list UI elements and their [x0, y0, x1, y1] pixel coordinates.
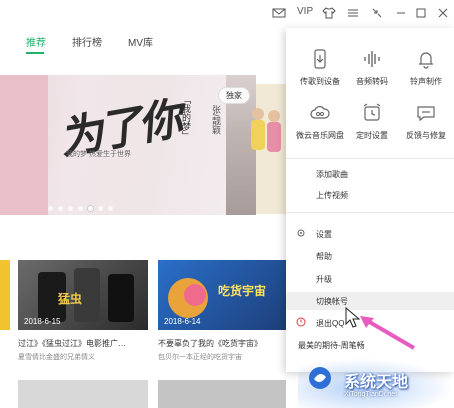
mv-card-thumbnail[interactable]: [158, 380, 286, 408]
title-bar: VIP: [0, 0, 454, 28]
menu-upgrade[interactable]: 升级: [286, 270, 454, 288]
power-icon: [296, 317, 306, 327]
tab-charts[interactable]: 排行榜: [72, 34, 102, 49]
watermark-logo-icon: [309, 367, 331, 389]
watermark-name: 系统天地: [344, 374, 409, 391]
mv-date: 2018-6-14: [164, 317, 201, 326]
card-edge-partial: [0, 260, 10, 330]
annotation-arrow-icon: [360, 316, 416, 350]
banner-pager: [48, 198, 118, 211]
menu-transfer-to-device[interactable]: 传歌到设备: [292, 48, 348, 87]
menu-row-label: 添加歌曲: [316, 170, 348, 179]
pager-dot-active[interactable]: [88, 206, 93, 211]
active-tab-indicator: [26, 52, 44, 54]
menu-timer-settings[interactable]: 定时设置: [344, 102, 400, 141]
menu-ringtone-maker[interactable]: 铃声制作: [398, 48, 454, 87]
menu-grid-label: 传歌到设备: [300, 77, 340, 86]
exclusive-badge: 独家: [218, 87, 250, 104]
mini-mode-icon[interactable]: [370, 6, 384, 20]
pager-dot[interactable]: [98, 206, 103, 211]
menu-settings[interactable]: 设置: [286, 225, 454, 243]
menu-grid-label: 铃声制作: [410, 77, 442, 86]
audio-wave-icon: [361, 48, 383, 70]
maximize-icon[interactable]: [414, 6, 428, 20]
alarm-clock-icon: [361, 102, 383, 124]
tab-mv-library[interactable]: MV库: [128, 34, 153, 49]
menu-icon[interactable]: [346, 6, 360, 20]
qq-music-window: VIP 推荐 排行榜 MV库 为了你 我的梦 热爱生于世界 「我的梦」 张/靓颖: [0, 0, 454, 408]
chat-bubble-icon: [415, 102, 437, 124]
menu-audio-transcode[interactable]: 音频转码: [344, 48, 400, 87]
mv-subtitle: 夏雪倩比金盛的兄弟情义: [18, 354, 95, 361]
cloud-icon: [309, 102, 331, 124]
banner-side-title: 「我的梦」: [181, 95, 191, 140]
menu-row-label: 退出QQ: [316, 319, 345, 328]
mv-title[interactable]: 最美的期待-周笔畅: [298, 340, 365, 351]
pager-dot[interactable]: [78, 206, 83, 211]
menu-grid-label: 定时设置: [356, 131, 388, 140]
mv-card-thumbnail[interactable]: 猛虫 2018-6-15: [18, 260, 148, 330]
menu-row-label: 设置: [316, 230, 332, 239]
pager-dot[interactable]: [68, 206, 73, 211]
menu-divider: [286, 158, 454, 159]
menu-grid-label: 音频转码: [356, 77, 388, 86]
menu-row-label: 帮助: [316, 252, 332, 261]
menu-row-label: 升级: [316, 275, 332, 284]
watermark-url: XiTongTianDi.net: [344, 391, 398, 398]
mv-title[interactable]: 过江》《猛虫过江》电影推广…: [18, 338, 126, 349]
gear-icon: [296, 228, 306, 238]
mv-date: 2018-6-15: [24, 317, 61, 326]
mv-card-thumbnail[interactable]: 吃货宇宙 2018-6-14: [158, 260, 286, 330]
phone-transfer-icon: [309, 48, 331, 70]
shirt-skin-icon[interactable]: [322, 6, 336, 20]
mv-card-thumbnail[interactable]: [18, 380, 148, 408]
menu-add-songs[interactable]: 添加歌曲: [286, 165, 454, 183]
menu-upload-video[interactable]: 上传视频: [286, 186, 454, 204]
menu-divider: [286, 212, 454, 213]
banner-left-strip: [0, 75, 48, 215]
mv-subtitle: 包贝尔一本正经的吃货宇宙: [158, 354, 242, 361]
tab-recommend[interactable]: 推荐: [26, 34, 46, 49]
menu-row-label: 上传视频: [316, 191, 348, 200]
banner-small-tag: 我的梦 热爱生于世界: [66, 151, 131, 158]
mail-icon[interactable]: [272, 6, 286, 20]
menu-help[interactable]: 帮助: [286, 247, 454, 265]
minimize-icon[interactable]: [394, 6, 408, 20]
pager-dot[interactable]: [58, 206, 63, 211]
menu-grid-label: 微云音乐网盘: [296, 131, 344, 140]
menu-grid-label: 反馈与修复: [406, 131, 446, 140]
mv-title[interactable]: 不要辜负了我的《吃货宇宙》: [158, 338, 262, 349]
close-icon[interactable]: [436, 6, 450, 20]
menu-feedback-repair[interactable]: 反馈与修复: [398, 102, 454, 141]
menu-cloud-drive[interactable]: 微云音乐网盘: [292, 102, 348, 141]
menu-switch-account[interactable]: 切换帐号: [286, 292, 454, 310]
vip-button[interactable]: VIP: [297, 6, 313, 17]
pager-dot[interactable]: [108, 206, 113, 211]
bell-icon: [415, 48, 437, 70]
banner-side-subtitle: 张/靓颖: [211, 105, 221, 135]
secondary-banner[interactable]: [251, 84, 286, 214]
pager-dot[interactable]: [48, 206, 53, 211]
